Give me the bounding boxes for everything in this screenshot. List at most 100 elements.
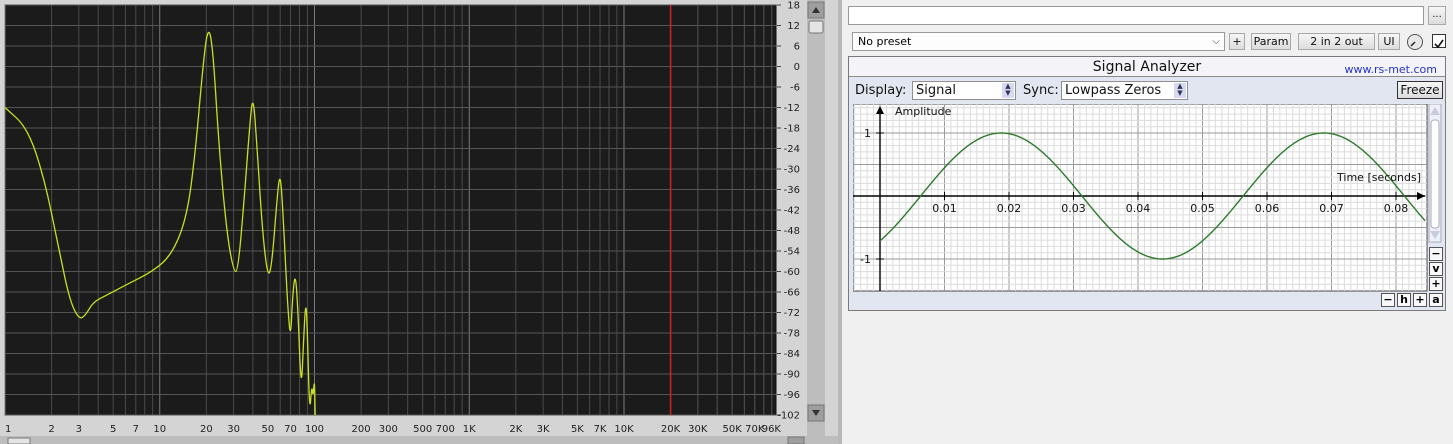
display-select[interactable]: Signal ▲ ▼ — [912, 81, 1016, 100]
y-tick-label: -1 — [860, 253, 871, 266]
v-zoom-in-button[interactable]: + — [1429, 277, 1443, 291]
vertical-scrollbar[interactable] — [807, 0, 825, 436]
frequency-tick-label: 20K — [661, 424, 681, 435]
frequency-tick-label: 10K — [614, 424, 634, 435]
display-value: Signal — [916, 83, 956, 98]
db-tick-label: -18 — [784, 124, 800, 135]
spectrum-analyzer-pane: 18 12 6 0 -6 -12 -18 -24 -30 -36 -42 -48 -54 -60 -66 -7… — [0, 0, 838, 444]
signal-plot: 0.01 0.02 0.03 0.04 0.05 0.06 0.07 0.08 1 -1 Ampl… — [853, 104, 1442, 292]
param-button[interactable]: Param — [1251, 33, 1291, 50]
x-tick-label: 0.08 — [1384, 202, 1409, 215]
ui-button[interactable]: UI — [1378, 33, 1400, 50]
x-tick-label: 0.05 — [1190, 202, 1215, 215]
x-tick-label: 0.06 — [1255, 202, 1280, 215]
frequency-tick-label: 7 — [133, 424, 139, 435]
db-tick-label: -36 — [784, 185, 800, 196]
plot-vertical-scrollbar[interactable] — [1428, 104, 1442, 243]
v-zoom-out-button[interactable]: − — [1429, 247, 1443, 261]
db-tick-label: -54 — [784, 247, 800, 258]
frequency-tick-label: 5 — [110, 424, 116, 435]
db-scale: 18 12 6 0 -6 -12 -18 -24 -30 -36 -42 -48 -54 -60 -66 -7… — [777, 1, 800, 422]
db-tick-label: -84 — [784, 349, 800, 360]
y-axis-label: Amplitude — [895, 105, 952, 118]
website-link[interactable]: www.rs-met.com — [1345, 63, 1438, 76]
frequency-tick-label: 100 — [305, 424, 324, 435]
db-tick-label: -102 — [777, 411, 800, 422]
frequency-tick-label: 300 — [379, 424, 398, 435]
frequency-tick-label: 1 — [5, 424, 11, 435]
db-tick-label: -42 — [784, 206, 800, 217]
check-icon — [1434, 39, 1444, 49]
db-tick-label: -48 — [784, 226, 800, 237]
db-tick-label: -6 — [790, 83, 800, 94]
scroll-thumb[interactable] — [808, 20, 824, 34]
preset-value: No preset — [858, 35, 912, 48]
frequency-tick-label: 70 — [284, 424, 297, 435]
frequency-tick-label: 50K — [723, 424, 743, 435]
frequency-tick-label: 2K — [509, 424, 522, 435]
frequency-tick-label: 10 — [153, 424, 166, 435]
db-tick-label: -30 — [784, 165, 800, 176]
sync-value: Lowpass Zeros — [1065, 83, 1162, 98]
x-axis-label: Time [seconds] — [1336, 171, 1421, 184]
sync-label: Sync: — [1023, 83, 1059, 98]
db-tick-label: -90 — [784, 370, 800, 381]
frequency-scale: 1 2 3 5 7 10 20 30 50 70 100 200 300 500 700 1K 2K 3K 5K 7K… — [5, 424, 781, 435]
frequency-tick-label: 2 — [48, 424, 54, 435]
db-tick-label: -78 — [784, 329, 800, 340]
x-tick-label: 0.03 — [1061, 202, 1086, 215]
more-button[interactable]: ... — [1428, 6, 1446, 25]
spectrum-grid — [4, 4, 776, 416]
knob-icon[interactable] — [1406, 33, 1424, 51]
frequency-tick-label: 50 — [262, 424, 275, 435]
h-scroll-right-button[interactable] — [787, 436, 805, 444]
db-tick-label: -12 — [784, 103, 800, 114]
db-tick-label: -66 — [784, 288, 800, 299]
enable-checkbox[interactable] — [1432, 34, 1446, 49]
frequency-tick-label: 3 — [76, 424, 82, 435]
db-tick-label: 0 — [794, 62, 800, 73]
routing-button[interactable]: 2 in 2 out — [1298, 33, 1375, 50]
h-zoom-in-button[interactable]: + — [1413, 293, 1427, 307]
db-tick-label: 18 — [787, 1, 800, 12]
x-tick-label: 0.01 — [932, 202, 957, 215]
frequency-tick-label: 20 — [200, 424, 213, 435]
frequency-tick-label: 1K — [463, 424, 476, 435]
h-zoom-out-button[interactable]: − — [1381, 293, 1395, 307]
freeze-button[interactable]: Freeze — [1397, 81, 1443, 99]
horizontal-scrollbar[interactable] — [0, 436, 838, 444]
add-preset-button[interactable]: + — [1229, 33, 1245, 50]
x-tick-label: 0.04 — [1126, 202, 1151, 215]
x-tick-label: 0.02 — [997, 202, 1022, 215]
y-tick-label: 1 — [864, 127, 871, 140]
frequency-tick-label: 500 — [413, 424, 432, 435]
display-label: Display: — [855, 83, 907, 98]
frequency-tick-label: 30 — [227, 424, 240, 435]
x-tick-label: 0.07 — [1319, 202, 1344, 215]
spectrum-plot: 181260-6-12-18-24-30-36-42-48-54-60-66-7… — [0, 0, 838, 444]
chevron-down-icon: ⌵ — [1212, 36, 1220, 47]
db-tick-label: 6 — [794, 42, 800, 53]
db-tick-label: -72 — [784, 308, 800, 319]
updown-arrows-icon: ▲ ▼ — [1174, 83, 1186, 98]
frequency-tick-label: 700 — [436, 424, 455, 435]
auto-zoom-button[interactable]: a — [1429, 293, 1443, 307]
db-tick-label: 12 — [787, 21, 800, 32]
plot-scroll-thumb[interactable] — [1430, 119, 1440, 229]
frequency-tick-label: 96K — [762, 424, 782, 435]
h-scroll-thumb[interactable] — [7, 437, 31, 444]
plot-background — [853, 104, 1428, 292]
frequency-tick-label: 5K — [571, 424, 584, 435]
db-tick-label: -96 — [784, 390, 800, 401]
db-tick-label: -24 — [784, 144, 800, 155]
updown-arrows-icon: ▲ ▼ — [1002, 83, 1014, 98]
frequency-tick-label: 3K — [537, 424, 550, 435]
signal-analyzer-panel: Signal Analyzer www.rs-met.com Display: … — [848, 56, 1446, 311]
sync-select[interactable]: Lowpass Zeros ▲ ▼ — [1061, 81, 1188, 100]
db-tick-label: -60 — [784, 267, 800, 278]
frequency-tick-label: 30K — [688, 424, 708, 435]
preset-select[interactable]: No preset ⌵ — [852, 32, 1225, 51]
preset-name-input[interactable] — [848, 6, 1424, 25]
h-zoom-fit-button[interactable]: h — [1397, 293, 1411, 307]
v-zoom-fit-button[interactable]: v — [1429, 262, 1443, 276]
